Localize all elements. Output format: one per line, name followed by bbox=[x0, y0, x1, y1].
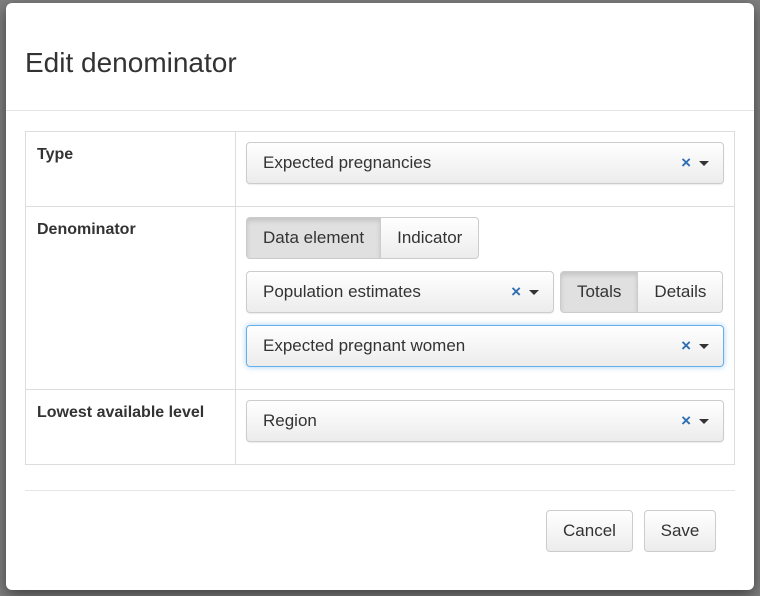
clear-icon[interactable]: × bbox=[681, 143, 691, 183]
details-button[interactable]: Details bbox=[637, 271, 724, 313]
edit-denominator-dialog: Edit denominator Type Expected pregnanci… bbox=[6, 3, 754, 590]
level-select[interactable]: Region × bbox=[246, 400, 724, 442]
save-button[interactable]: Save bbox=[644, 510, 716, 552]
level-row: Lowest available level Region × bbox=[25, 389, 735, 465]
data-element-group-select[interactable]: Population estimates × bbox=[246, 271, 554, 313]
chevron-down-icon[interactable] bbox=[699, 419, 709, 424]
type-select[interactable]: Expected pregnancies × bbox=[246, 142, 724, 184]
element-select-value: Expected pregnant women bbox=[263, 336, 466, 355]
chevron-down-icon[interactable] bbox=[699, 344, 709, 349]
chevron-down-icon[interactable] bbox=[529, 290, 539, 295]
type-select-value: Expected pregnancies bbox=[263, 153, 432, 172]
totals-details-toggle: Totals Details bbox=[560, 271, 724, 313]
group-select-value: Population estimates bbox=[263, 282, 421, 301]
totals-button[interactable]: Totals bbox=[560, 271, 639, 313]
type-row: Type Expected pregnancies × bbox=[25, 131, 735, 207]
modal-title: Edit denominator bbox=[25, 47, 237, 78]
data-element-button[interactable]: Data element bbox=[246, 217, 382, 259]
footer-divider bbox=[25, 490, 735, 491]
data-element-select[interactable]: Expected pregnant women × bbox=[246, 325, 724, 367]
level-label: Lowest available level bbox=[25, 389, 236, 465]
chevron-down-icon[interactable] bbox=[699, 161, 709, 166]
denominator-form-table: Type Expected pregnancies × Denominator … bbox=[25, 131, 735, 465]
type-label: Type bbox=[25, 131, 236, 207]
indicator-button[interactable]: Indicator bbox=[380, 217, 480, 259]
modal-header: Edit denominator bbox=[6, 3, 754, 111]
cancel-button[interactable]: Cancel bbox=[546, 510, 633, 552]
group-row: Population estimates × Totals Details bbox=[246, 271, 724, 313]
source-toggle: Data element Indicator bbox=[246, 217, 480, 259]
clear-icon[interactable]: × bbox=[681, 401, 691, 441]
denominator-row: Denominator Data element Indicator Popul… bbox=[25, 206, 735, 390]
denominator-label: Denominator bbox=[25, 206, 236, 390]
clear-icon[interactable]: × bbox=[681, 326, 691, 366]
clear-icon[interactable]: × bbox=[511, 272, 521, 312]
level-select-value: Region bbox=[263, 411, 317, 430]
